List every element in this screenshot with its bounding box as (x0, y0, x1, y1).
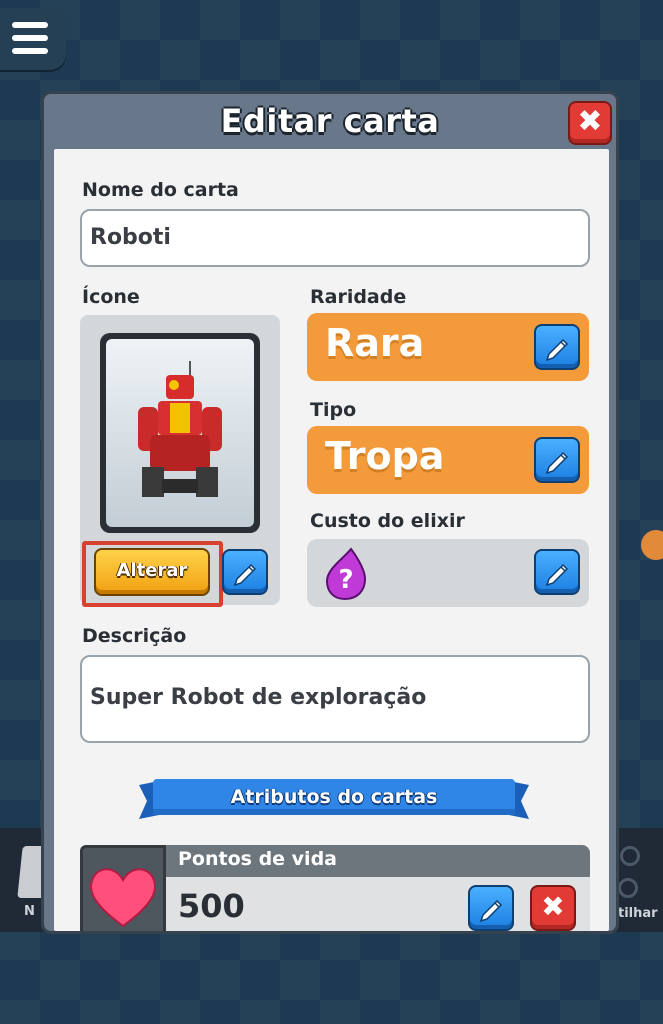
attribute-row: Pontos de vida 500 ✖ (80, 845, 590, 931)
bottom-dot-icon (620, 846, 640, 866)
pencil-icon (545, 563, 569, 587)
type-label: Tipo (310, 399, 357, 421)
type-value: Tropa (325, 434, 445, 478)
description-label: Descrição (82, 625, 187, 647)
description-value: Super Robot de exploração (90, 685, 427, 710)
rarity-value: Rara (325, 321, 425, 365)
card-name-value: Roboti (90, 225, 171, 250)
attribute-name: Pontos de vida (178, 848, 337, 870)
name-label: Nome do carta (82, 179, 239, 201)
edit-elixir-button[interactable] (534, 549, 580, 595)
description-input[interactable]: Super Robot de exploração (80, 655, 590, 743)
close-button[interactable]: ✖ (568, 101, 612, 145)
attribute-icon-box (80, 845, 166, 931)
dialog-title: Editar carta (220, 102, 440, 140)
delete-attribute-button[interactable]: ✖ (530, 885, 576, 931)
heart-icon (89, 868, 157, 928)
edit-card-dialog: Editar carta ✖ Nome do carta Roboti Ícon… (41, 91, 619, 934)
elixir-cost-value: ? (338, 565, 353, 595)
edit-icon-button[interactable] (222, 549, 268, 595)
attribute-header: Pontos de vida (166, 845, 590, 877)
bottom-dot-icon (618, 878, 638, 898)
edit-type-button[interactable] (534, 437, 580, 483)
attributes-banner-title: Atributos do cartas (230, 786, 438, 808)
edit-attribute-button[interactable] (468, 885, 514, 931)
pencil-icon (545, 451, 569, 475)
bottom-left-label[interactable]: N (24, 904, 35, 919)
change-icon-button[interactable]: Alterar (94, 548, 210, 596)
attribute-value: 500 (178, 887, 245, 925)
menu-button[interactable] (0, 8, 66, 70)
edit-rarity-button[interactable] (534, 324, 580, 370)
robot-card-image (106, 339, 254, 527)
pencil-icon (545, 338, 569, 362)
dialog-content: Nome do carta Roboti Ícone Alterar Rarid… (54, 149, 609, 931)
bottom-right-label[interactable]: tilhar (618, 906, 658, 921)
pencil-icon (233, 563, 257, 587)
card-frame (100, 333, 260, 533)
icon-label: Ícone (82, 286, 140, 308)
pencil-icon (479, 899, 503, 923)
elixir-cost-label: Custo do elixir (310, 510, 465, 532)
side-badge (641, 530, 663, 560)
rarity-label: Raridade (310, 286, 407, 308)
attribute-body: 500 (166, 877, 590, 931)
card-name-input[interactable]: Roboti (80, 209, 590, 267)
elixir-drop-icon: ? (325, 547, 367, 601)
